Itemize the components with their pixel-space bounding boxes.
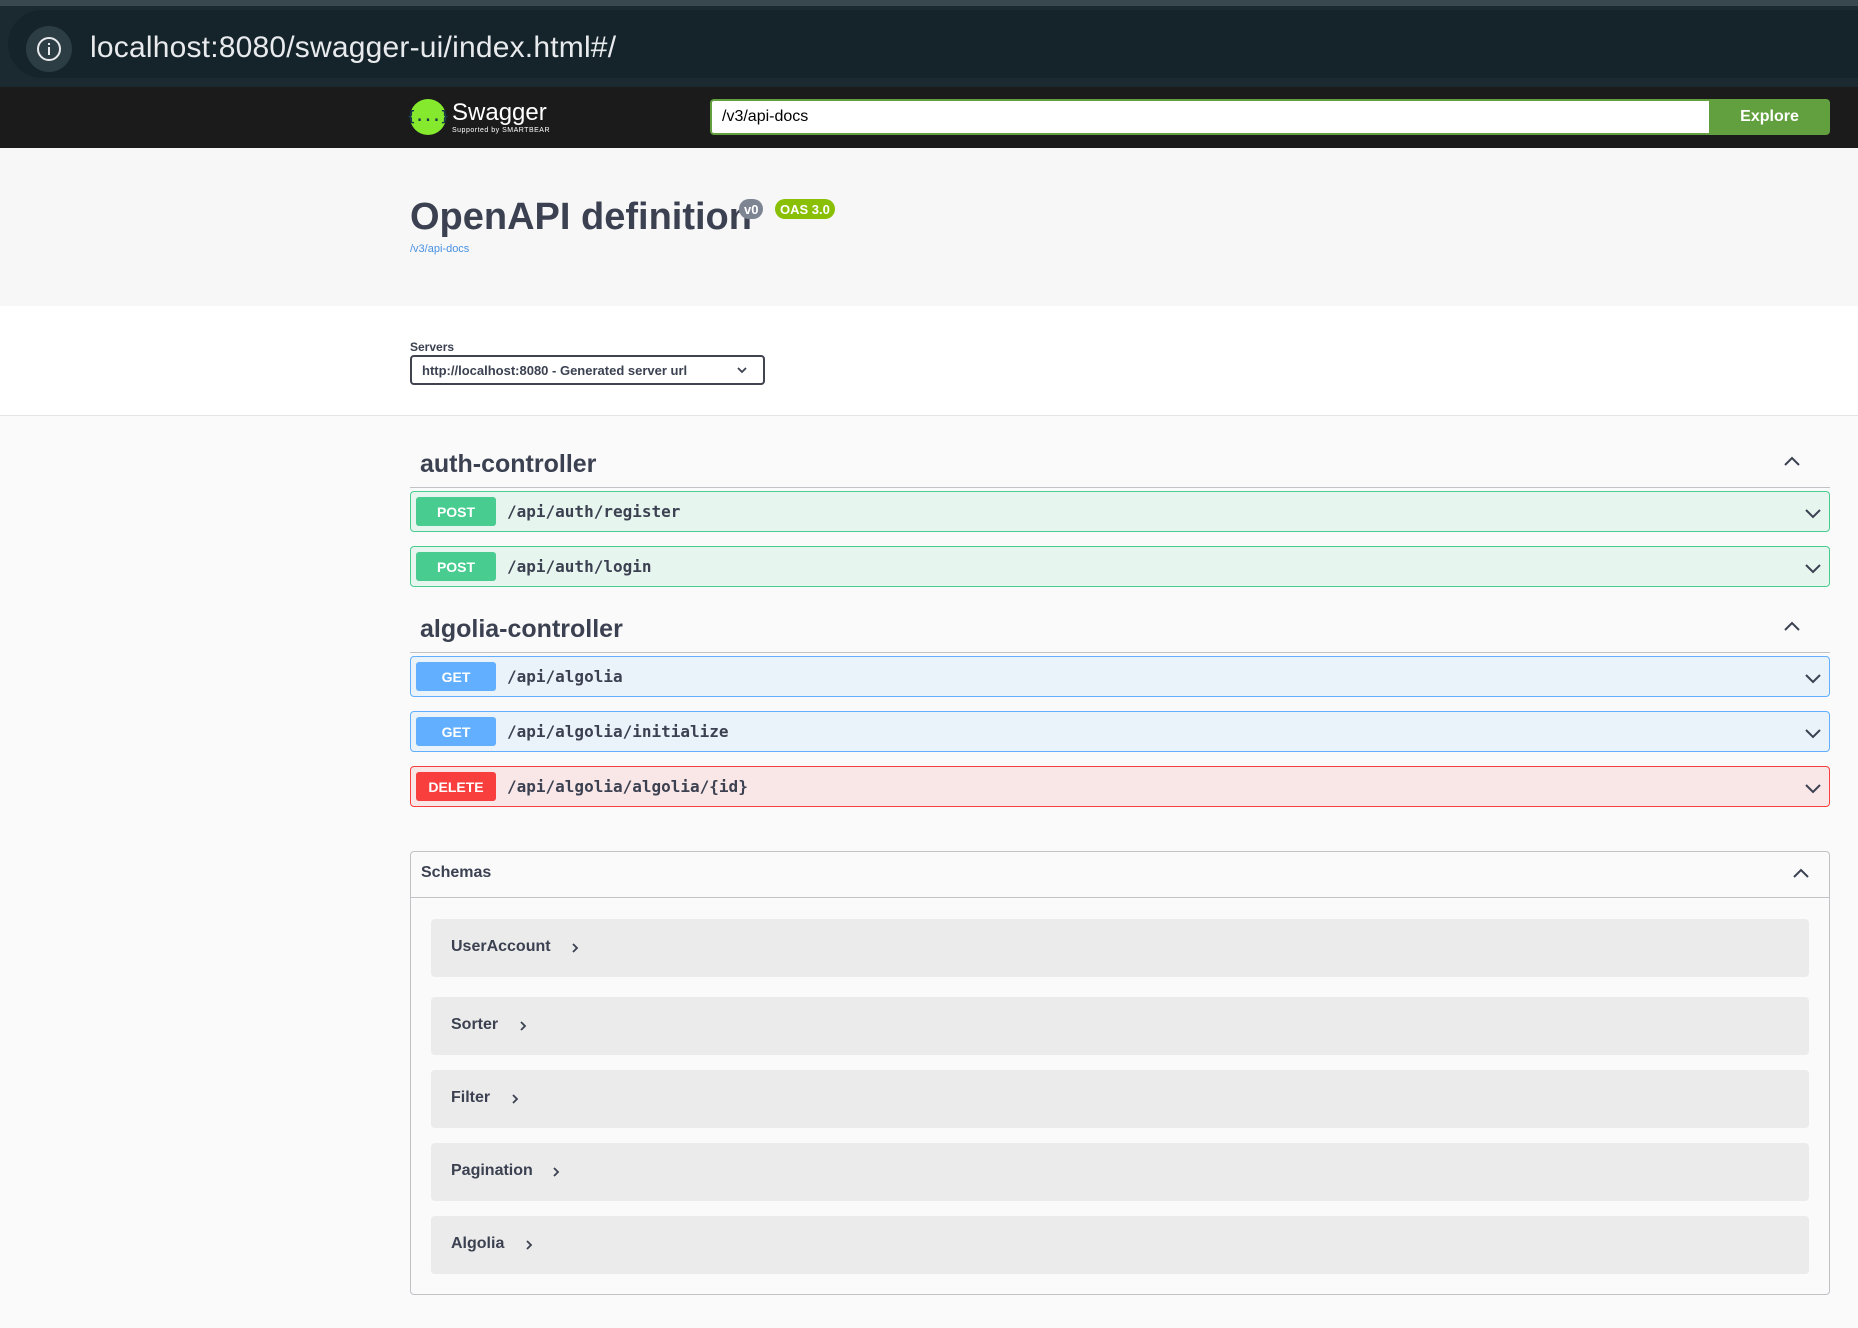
logo-subtitle: Supported by SMARTBEAR [452, 126, 551, 134]
method-badge: GET [416, 717, 496, 746]
swagger-topbar: {...} Swagger Supported by SMARTBEAR Exp… [0, 87, 1858, 148]
operation-get-algolia[interactable]: GET /api/algolia [410, 656, 1830, 697]
chevron-down-icon[interactable] [1803, 668, 1823, 688]
chevron-down-icon[interactable] [1803, 723, 1823, 743]
method-badge: DELETE [416, 772, 496, 801]
schema-model-sorter[interactable]: Sorter [431, 997, 1809, 1055]
spec-link[interactable]: /v3/api-docs [410, 243, 469, 255]
model-name: Filter [451, 1089, 491, 1106]
tag-title: auth-controller [420, 450, 597, 478]
info-section: OpenAPI definition v0 OAS 3.0 /v3/api-do… [0, 148, 1858, 306]
chevron-down-icon[interactable] [1803, 558, 1823, 578]
operation-get-algolia-initialize[interactable]: GET /api/algolia/initialize [410, 711, 1830, 752]
schema-model-filter[interactable]: Filter [431, 1070, 1809, 1128]
logo-name: Swagger [452, 98, 547, 126]
model-name: Pagination [451, 1162, 533, 1179]
servers-label: Servers [410, 340, 455, 354]
chevron-down-icon[interactable] [1803, 503, 1823, 523]
tag-title: algolia-controller [420, 615, 623, 643]
schemas-title: Schemas [421, 864, 492, 881]
page-title: OpenAPI definition [410, 196, 752, 238]
method-badge: POST [416, 552, 496, 581]
model-name: UserAccount [451, 938, 551, 955]
schemas-header[interactable]: Schemas [411, 852, 1829, 898]
chevron-right-icon [520, 1021, 527, 1031]
chevron-up-icon[interactable] [1782, 452, 1802, 472]
swagger-logo-icon: {...} [407, 99, 449, 135]
model-name: Sorter [451, 1016, 499, 1033]
operation-path: /api/algolia/algolia/{id} [507, 777, 748, 796]
chevron-up-icon[interactable] [1782, 617, 1802, 637]
chevron-down-icon [737, 367, 747, 374]
swagger-logo[interactable]: {...} Swagger Supported by SMARTBEAR [407, 97, 551, 137]
model-name: Algolia [451, 1235, 505, 1252]
chevron-right-icon [526, 1240, 533, 1250]
operation-path: /api/auth/login [507, 557, 652, 576]
schemas-section: Schemas UserAccount Sorter Filter Pagina… [410, 851, 1830, 1295]
operation-post-register[interactable]: POST /api/auth/register [410, 491, 1830, 532]
servers-section: Servers http://localhost:8080 - Generate… [0, 306, 1858, 416]
url-field[interactable]: localhost:8080/swagger-ui/index.html#/ [8, 10, 1858, 78]
explore-button[interactable]: Explore [1709, 99, 1830, 135]
schema-model-pagination[interactable]: Pagination [431, 1143, 1809, 1201]
chevron-right-icon [572, 943, 579, 953]
operation-post-login[interactable]: POST /api/auth/login [410, 546, 1830, 587]
spec-url-input[interactable] [710, 99, 1709, 135]
method-badge: POST [416, 497, 496, 526]
schema-model-algolia[interactable]: Algolia [431, 1216, 1809, 1274]
version-badge: v0 [739, 199, 764, 219]
operation-path: /api/algolia/initialize [507, 722, 729, 741]
tag-algolia-controller[interactable]: algolia-controller [410, 601, 1830, 653]
url-text[interactable]: localhost:8080/swagger-ui/index.html#/ [90, 31, 616, 65]
info-icon[interactable] [26, 26, 72, 72]
chevron-right-icon [553, 1167, 560, 1177]
operation-delete-algolia[interactable]: DELETE /api/algolia/algolia/{id} [410, 766, 1830, 807]
operation-path: /api/auth/register [507, 502, 681, 521]
oas-badge: OAS 3.0 [775, 199, 835, 219]
chevron-right-icon [512, 1094, 519, 1104]
chevron-up-icon[interactable] [1791, 864, 1811, 884]
servers-select[interactable]: http://localhost:8080 - Generated server… [410, 355, 765, 385]
method-badge: GET [416, 662, 496, 691]
servers-selected-value: http://localhost:8080 - Generated server… [422, 362, 688, 378]
browser-address-bar: localhost:8080/swagger-ui/index.html#/ [0, 0, 1858, 87]
operation-path: /api/algolia [507, 667, 623, 686]
chevron-down-icon[interactable] [1803, 778, 1823, 798]
tag-auth-controller[interactable]: auth-controller [410, 436, 1830, 488]
schema-model-useraccount[interactable]: UserAccount [431, 919, 1809, 977]
